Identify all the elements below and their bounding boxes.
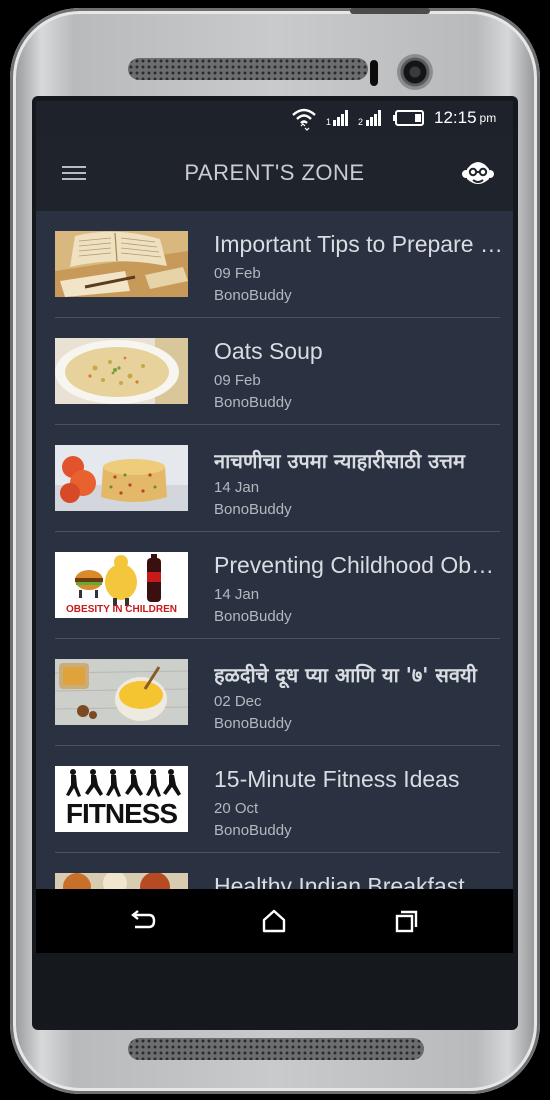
article-date: 02 Dec	[214, 693, 262, 710]
article-date: 20 Oct	[214, 800, 259, 817]
article-title: Healthy Indian Breakfast	[214, 873, 465, 889]
time-value: 12:15	[434, 108, 477, 127]
article-date: 14 Jan	[214, 479, 260, 496]
time-ampm: pm	[479, 111, 497, 125]
list-item[interactable]: Oats Soup 09 Feb BonoBuddy	[36, 318, 513, 425]
article-author: BonoBuddy	[214, 287, 292, 304]
list-item[interactable]: Important Tips to Prepare for Exams 09 F…	[36, 211, 513, 318]
svg-text:1: 1	[326, 117, 331, 127]
article-title: हळदीचे दूध प्या आणि या '७' सवयी	[214, 663, 477, 687]
article-author: BonoBuddy	[214, 822, 292, 839]
upma-thumbnail	[55, 445, 188, 511]
article-author: BonoBuddy	[214, 715, 292, 732]
app-bar: PARENT'S ZONE	[36, 135, 513, 211]
list-item[interactable]: नाचणीचा उपमा न्याहारीसाठी उत्तम 14 Jan B…	[36, 425, 513, 532]
article-title: नाचणीचा उपमा न्याहारीसाठी उत्तम	[214, 449, 465, 473]
navigation-bar	[36, 889, 513, 953]
article-date: 09 Feb	[214, 265, 261, 282]
list-item[interactable]: FITNESS 15-Minute Fitness Ideas 20 Oct B…	[36, 746, 513, 853]
soup-thumbnail	[55, 338, 188, 404]
books-thumbnail	[55, 231, 188, 297]
monkey-avatar-icon[interactable]	[462, 157, 494, 189]
obesity-caption: OBESITY IN CHILDREN	[66, 604, 177, 615]
list-item[interactable]: Healthy Indian Breakfast	[36, 853, 513, 889]
hamburger-menu-icon[interactable]	[62, 163, 86, 183]
signal-icon: 2	[358, 101, 386, 135]
article-author: BonoBuddy	[214, 394, 292, 411]
list-item[interactable]: हळदीचे दूध प्या आणि या '७' सवयी 02 Dec B…	[36, 639, 513, 746]
article-date: 09 Feb	[214, 372, 261, 389]
power-button	[350, 8, 430, 14]
home-icon[interactable]	[259, 906, 289, 936]
wifi-icon	[291, 101, 317, 135]
page-title: PARENT'S ZONE	[184, 160, 365, 185]
article-author: BonoBuddy	[214, 501, 292, 518]
status-time: 12:15 pm	[434, 101, 496, 135]
proximity-sensor	[370, 60, 378, 86]
obesity-thumbnail: OBESITY IN CHILDREN	[55, 552, 188, 618]
article-date: 14 Jan	[214, 586, 260, 603]
article-title: Preventing Childhood Obesity	[214, 552, 504, 578]
svg-text:2: 2	[358, 117, 363, 127]
back-icon[interactable]	[127, 906, 157, 936]
article-title: Important Tips to Prepare for Exams	[214, 231, 504, 257]
fitness-caption: FITNESS	[65, 798, 178, 829]
front-camera	[397, 54, 433, 90]
article-title: 15-Minute Fitness Ideas	[214, 766, 460, 792]
top-speaker-grille	[128, 58, 368, 80]
article-author: BonoBuddy	[214, 608, 292, 625]
signal-icon: 1	[326, 101, 352, 135]
article-title: Oats Soup	[214, 338, 323, 364]
recent-apps-icon[interactable]	[391, 906, 421, 936]
breakfast-thumbnail	[55, 873, 188, 889]
battery-icon	[393, 101, 425, 135]
list-item[interactable]: OBESITY IN CHILDREN Preventing Childhood…	[36, 532, 513, 639]
turmeric-milk-thumbnail	[55, 659, 188, 725]
bottom-speaker-grille	[128, 1038, 424, 1060]
fitness-thumbnail: FITNESS	[55, 766, 188, 832]
status-bar: 1 2 12:15 pm	[36, 101, 513, 135]
app-screen: 1 2 12:15 pm PARENT'S ZONE Important Tip…	[36, 101, 513, 889]
